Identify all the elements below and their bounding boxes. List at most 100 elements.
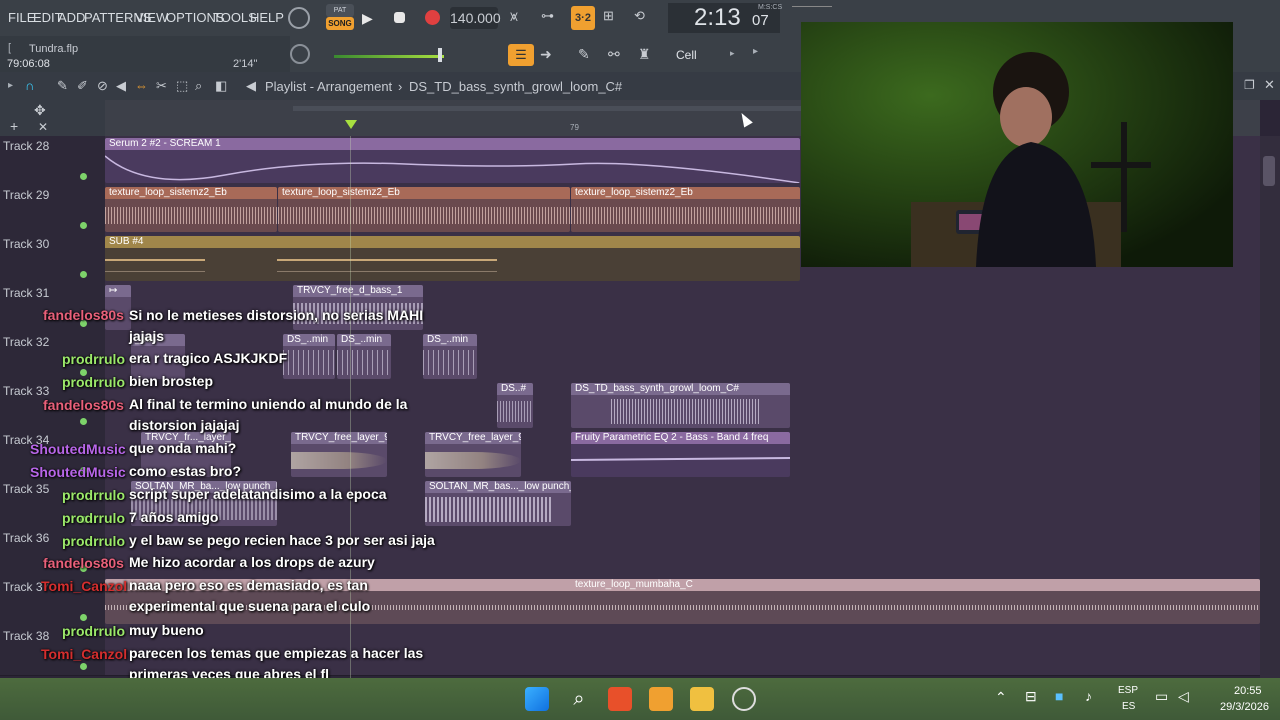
record-icon[interactable] xyxy=(425,10,440,25)
blend-notes-icon[interactable]: ⊞ xyxy=(603,8,627,28)
app-tray-icon[interactable]: ■ xyxy=(1055,688,1063,704)
windows-start-icon[interactable] xyxy=(525,687,549,711)
playback-tool-icon[interactable]: ◧ xyxy=(215,78,227,94)
song-mode-toggle[interactable]: SONG xyxy=(326,17,354,30)
magnet-icon[interactable]: ∩ xyxy=(25,78,34,93)
add-track-icon[interactable]: + xyxy=(10,118,18,134)
track-header[interactable]: Track 30 xyxy=(0,234,105,283)
song-position: 79:06:08 xyxy=(7,58,50,70)
chat-username: Tomi_Canzol xyxy=(41,578,128,594)
track-enable-led[interactable] xyxy=(80,663,87,670)
select-tool-icon[interactable]: ⬚ xyxy=(176,78,188,94)
audio-clip[interactable]: SOLTAN_MR_bas..._low punch_D xyxy=(425,481,571,526)
song-duration: 2'14" xyxy=(233,58,258,70)
master-volume-slider[interactable] xyxy=(334,55,444,58)
slice-tool-icon[interactable]: ✂ xyxy=(156,78,167,94)
menu-help[interactable]: HELP xyxy=(250,10,284,25)
track-enable-led[interactable] xyxy=(80,173,87,180)
zoom-tool-icon[interactable]: ⌕ xyxy=(195,78,202,94)
delete-tool-icon[interactable]: ⊘ xyxy=(97,78,108,94)
language-label[interactable]: ESP xyxy=(1118,685,1138,696)
wait-input-icon[interactable]: ⊶ xyxy=(541,8,565,28)
current-pattern-label[interactable]: DS_TD_bass_synth_growl_loom_C# xyxy=(409,79,622,94)
track-enable-led[interactable] xyxy=(80,614,87,621)
menu-view[interactable]: VIEW xyxy=(135,10,168,25)
mute-tool-icon[interactable]: ◀ xyxy=(116,78,126,94)
volume-icon[interactable]: ◁ xyxy=(1178,688,1189,705)
chat-username: ShoutedMusic xyxy=(30,441,126,457)
waveform xyxy=(423,350,477,375)
track-enable-led[interactable] xyxy=(80,271,87,278)
menu-add[interactable]: ADD xyxy=(58,10,85,25)
audio-clip[interactable]: TRVCY_free_layer_9 xyxy=(425,432,521,477)
close-icon[interactable]: ✕ xyxy=(1264,77,1275,93)
play-icon[interactable]: ▶ xyxy=(362,10,373,27)
link-icon[interactable]: ⚯ xyxy=(608,46,630,66)
clock-date[interactable]: 29/3/2026 xyxy=(1220,701,1269,713)
audio-clip[interactable]: DS..# xyxy=(497,383,533,428)
audio-clip[interactable]: DS_..min xyxy=(423,334,477,379)
waveform xyxy=(611,399,760,424)
playlist-title: Playlist - Arrangement xyxy=(265,79,393,94)
usb-icon[interactable]: ⊟ xyxy=(1025,688,1037,705)
chevron-up-icon[interactable]: ⌃ xyxy=(995,689,1007,706)
waveform xyxy=(425,452,521,469)
chat-message: Al final te termino uniendo al mundo de … xyxy=(129,396,408,433)
tempo-display[interactable]: 140.000 xyxy=(450,7,501,29)
clock-time[interactable]: 20:55 xyxy=(1234,685,1262,697)
note-bar xyxy=(105,271,205,272)
webcam-image xyxy=(801,22,1233,267)
pat-mode-toggle[interactable]: PAT xyxy=(326,4,354,17)
search-icon[interactable]: ⌕ xyxy=(567,687,591,711)
metronome-icon[interactable]: ⩙ xyxy=(510,8,534,28)
audio-clip[interactable]: texture_loop_sistemz2_Eb xyxy=(278,187,570,232)
menu-file[interactable]: FILE xyxy=(8,10,35,25)
audio-clip[interactable]: texture_loop_sistemz2_Eb xyxy=(105,187,277,232)
file-explorer-icon[interactable] xyxy=(690,687,714,711)
chat-message: script super adelatandisimo a la epoca xyxy=(129,486,387,502)
master-pitch-knob[interactable] xyxy=(290,44,310,64)
pattern-next-icon[interactable]: ▸ xyxy=(753,46,758,57)
move-icon[interactable]: ✥ xyxy=(34,102,46,119)
obs-icon[interactable] xyxy=(732,687,756,711)
microphone-icon[interactable]: ♪ xyxy=(1085,688,1092,704)
restore-icon[interactable]: ❐ xyxy=(1244,78,1255,92)
track-enable-led[interactable] xyxy=(80,418,87,425)
chat-username: prodrrulo xyxy=(62,351,125,367)
overview-strip[interactable] xyxy=(293,106,853,111)
track-label: Track 29 xyxy=(3,188,50,202)
track-enable-led[interactable] xyxy=(80,222,87,229)
time-seconds: 07 xyxy=(752,12,769,29)
vertical-scrollbar[interactable] xyxy=(1260,136,1280,678)
automation-clip[interactable]: Fruity Parametric EQ 2 - Bass - Band 4 f… xyxy=(571,432,790,477)
track-header[interactable]: Track 29 xyxy=(0,185,105,234)
master-volume-handle[interactable] xyxy=(438,48,442,62)
arrow-left-icon[interactable]: ◀ xyxy=(246,78,256,94)
stamp-icon[interactable]: ♜ xyxy=(638,46,660,66)
track-header[interactable]: Track 28 xyxy=(0,136,105,185)
playhead-marker[interactable] xyxy=(345,120,357,129)
paint-tool-icon[interactable]: ✐ xyxy=(77,78,88,94)
clip-title: TRVCY_free_d_bass_1 xyxy=(293,285,423,297)
loop-record-icon[interactable]: ⟲ xyxy=(634,8,658,28)
scrollbar-thumb[interactable] xyxy=(1263,156,1275,186)
fl-studio-icon[interactable] xyxy=(649,687,673,711)
chevron-right-icon[interactable]: ▸ xyxy=(730,48,735,59)
countdown-icon[interactable]: 3·2 xyxy=(571,6,595,30)
audio-clip[interactable]: DS_TD_bass_synth_growl_loom_C# xyxy=(571,383,790,428)
automation-clip[interactable]: Serum 2 #2 - SCREAM 1 xyxy=(105,138,800,183)
draw-tool-icon[interactable]: ✎ xyxy=(57,78,68,94)
network-icon[interactable]: ▭ xyxy=(1155,688,1168,705)
track-label: Track 30 xyxy=(3,237,50,251)
playlist-menu-icon[interactable]: ▸ xyxy=(8,80,13,91)
pattern-clip[interactable]: SUB #4 xyxy=(105,236,800,281)
audio-clip[interactable]: texture_loop_sistemz2_Eb xyxy=(571,187,800,232)
master-volume-knob[interactable] xyxy=(288,7,310,29)
stop-icon[interactable] xyxy=(394,12,405,23)
slip-tool-icon[interactable]: ⇔ xyxy=(135,78,148,93)
step-forward-icon[interactable]: ➜ xyxy=(540,46,562,66)
brave-browser-icon[interactable] xyxy=(608,687,632,711)
remove-icon[interactable]: ✕ xyxy=(38,120,48,134)
brush-icon[interactable]: ✎ xyxy=(578,46,600,66)
playlist-icon[interactable]: ☰ xyxy=(508,44,534,66)
